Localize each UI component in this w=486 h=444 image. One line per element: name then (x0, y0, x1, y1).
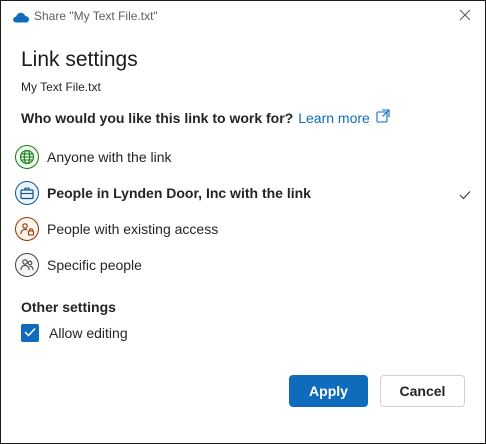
window-title: Share "My Text File.txt" (34, 9, 158, 23)
file-name: My Text File.txt (21, 80, 101, 94)
apply-button[interactable]: Apply (289, 375, 368, 407)
option-label: Anyone with the link (47, 149, 172, 165)
people-icon (15, 253, 39, 277)
share-dialog-window: Share "My Text File.txt" Link settings M… (0, 0, 486, 444)
option-specific-people[interactable]: Specific people (15, 247, 477, 283)
learn-more-label: Learn more (298, 109, 370, 126)
allow-editing-label: Allow editing (49, 325, 128, 341)
title-bar: Share "My Text File.txt" (1, 1, 485, 33)
other-settings-heading: Other settings (21, 299, 116, 315)
option-anyone-with-link[interactable]: Anyone with the link (15, 139, 477, 175)
dialog-heading: Link settings (21, 48, 138, 71)
option-label: Specific people (47, 257, 142, 273)
learn-more-link[interactable]: Learn more (298, 109, 390, 126)
allow-editing-checkbox-row[interactable]: Allow editing (21, 324, 128, 342)
allow-editing-checkbox[interactable] (21, 324, 39, 342)
option-people-in-organization[interactable]: People in Lynden Door, Inc with the link (15, 175, 477, 211)
people-lock-icon (15, 217, 39, 241)
close-icon (459, 8, 471, 26)
open-in-new-window-icon (370, 109, 390, 126)
option-people-with-existing-access[interactable]: People with existing access (15, 211, 477, 247)
globe-icon (15, 145, 39, 169)
cancel-button[interactable]: Cancel (380, 375, 465, 407)
checkmark-icon (24, 324, 36, 342)
selected-check-icon (459, 187, 471, 205)
close-button[interactable] (455, 7, 475, 27)
option-label: People in Lynden Door, Inc with the link (47, 185, 311, 201)
question-text: Who would you like this link to work for… (21, 109, 294, 126)
organization-briefcase-icon (15, 181, 39, 205)
option-label: People with existing access (47, 221, 219, 237)
link-audience-options: Anyone with the link People in Lynden Do… (15, 139, 477, 283)
link-audience-question: Who would you like this link to work for… (21, 109, 390, 126)
onedrive-cloud-icon (12, 10, 30, 24)
